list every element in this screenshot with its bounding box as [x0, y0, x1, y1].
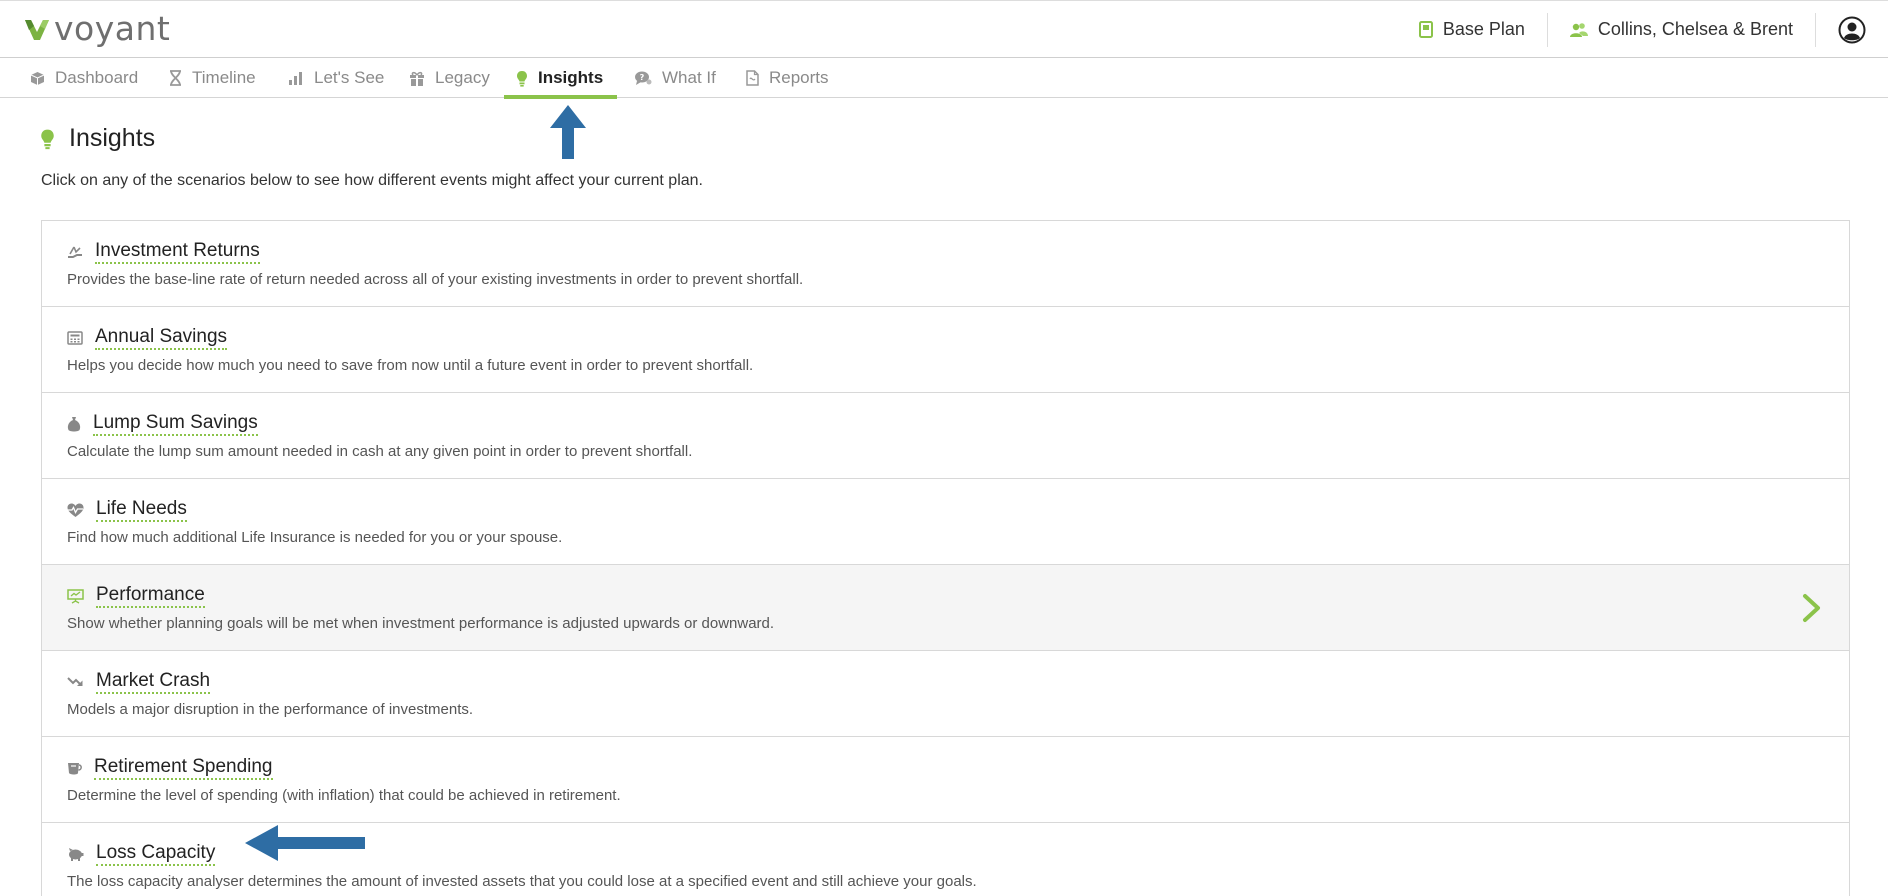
- scenario-description: Models a major disruption in the perform…: [67, 701, 474, 718]
- tab-label: Dashboard: [55, 68, 139, 87]
- tab-label: Legacy: [435, 68, 490, 87]
- scenario-retirement-spending[interactable]: Retirement Spending Determine the level …: [42, 737, 1849, 823]
- scenario-title[interactable]: Lump Sum Savings: [93, 412, 258, 436]
- tab-legacy[interactable]: Legacy: [397, 58, 502, 98]
- tab-label: Reports: [769, 68, 829, 87]
- tab-label: Timeline: [192, 68, 256, 87]
- user-account-button[interactable]: [1816, 1, 1888, 58]
- page-intro: Click on any of the scenarios below to s…: [41, 172, 703, 189]
- client-name: Collins, Chelsea & Brent: [1597, 19, 1793, 39]
- question-bubble-icon: ?: [635, 71, 652, 85]
- scenario-description: Show whether planning goals will be met …: [67, 615, 775, 632]
- tab-insights[interactable]: Insights: [504, 58, 617, 99]
- tab-label: Insights: [538, 68, 604, 87]
- lightbulb-icon: [41, 129, 54, 149]
- presentation-icon: [67, 588, 84, 604]
- piggy-bank-icon: [69, 848, 84, 861]
- scenario-title[interactable]: Performance: [96, 584, 205, 608]
- hourglass-icon: [170, 70, 181, 86]
- scenario-title[interactable]: Life Needs: [96, 498, 187, 522]
- voyant-logo[interactable]: voyant: [24, 12, 170, 46]
- scenario-description: Determine the level of spending (with in…: [67, 787, 621, 804]
- scenario-life-needs[interactable]: Life Needs Find how much additional Life…: [42, 479, 1849, 565]
- plan-book-icon: [1418, 21, 1433, 38]
- scenario-performance[interactable]: Performance Show whether planning goals …: [42, 565, 1849, 651]
- scenario-description: Helps you decide how much you need to sa…: [67, 357, 754, 374]
- scenario-investment-returns[interactable]: Investment Returns Provides the base-lin…: [42, 221, 1849, 307]
- tab-lets-see[interactable]: Let's See: [276, 58, 396, 98]
- scenario-lump-sum-savings[interactable]: Lump Sum Savings Calculate the lump sum …: [42, 393, 1849, 479]
- money-bag-icon: [67, 417, 81, 432]
- gift-icon: [410, 71, 424, 86]
- tab-reports[interactable]: Reports: [734, 58, 841, 98]
- users-icon: [1569, 22, 1588, 37]
- cube-icon: [30, 71, 45, 85]
- page-title: Insights: [40, 124, 155, 153]
- scenario-description: Provides the base-line rate of return ne…: [67, 271, 804, 288]
- tab-label: Let's See: [314, 68, 385, 87]
- scenario-list: Investment Returns Provides the base-lin…: [41, 220, 1850, 896]
- annotation-arrow-up-icon: [550, 105, 586, 159]
- main-nav: Dashboard Timeline Let's See Legacy Insi…: [0, 58, 1888, 99]
- scenario-description: The loss capacity analyser determines th…: [67, 873, 977, 890]
- base-plan-button[interactable]: Base Plan: [1397, 13, 1547, 47]
- chevron-right-icon[interactable]: [1801, 593, 1823, 623]
- scenario-annual-savings[interactable]: Annual Savings Helps you decide how much…: [42, 307, 1849, 393]
- scenario-title[interactable]: Retirement Spending: [94, 756, 273, 780]
- tab-timeline[interactable]: Timeline: [157, 58, 268, 98]
- scenario-title[interactable]: Investment Returns: [95, 240, 260, 264]
- client-selector[interactable]: Collins, Chelsea & Brent: [1548, 13, 1815, 47]
- annotation-arrow-left-icon: [245, 825, 365, 861]
- scenario-title[interactable]: Loss Capacity: [96, 842, 216, 866]
- logo-text: voyant: [54, 9, 171, 48]
- logo-mark-icon: [25, 20, 49, 40]
- page-heading: Insights: [69, 124, 156, 152]
- scenario-title[interactable]: Annual Savings: [95, 326, 228, 350]
- tab-what-if[interactable]: ? What If: [622, 58, 728, 98]
- trend-down-icon: [67, 677, 83, 686]
- header-actions: Base Plan Collins, Chelsea & Brent: [1397, 1, 1888, 58]
- svg-text:?: ?: [640, 73, 645, 82]
- scenario-market-crash[interactable]: Market Crash Models a major disruption i…: [42, 651, 1849, 737]
- calculator-icon: [67, 331, 83, 345]
- scenario-title[interactable]: Market Crash: [96, 670, 211, 694]
- base-plan-label: Base Plan: [1442, 19, 1525, 39]
- bar-chart-icon: [289, 72, 302, 85]
- scenario-description: Calculate the lump sum amount needed in …: [67, 443, 693, 460]
- tab-dashboard[interactable]: Dashboard: [18, 58, 150, 98]
- hand-growth-icon: [68, 246, 82, 258]
- document-icon: [746, 70, 759, 86]
- lightbulb-icon: [517, 70, 527, 87]
- top-header: voyant Base Plan Collins, Chelsea & Bren…: [0, 0, 1888, 58]
- scenario-description: Find how much additional Life Insurance …: [67, 529, 563, 546]
- tab-label: What If: [662, 68, 716, 87]
- heartbeat-icon: [67, 503, 84, 517]
- user-avatar-icon: [1838, 16, 1866, 43]
- cup-icon: [68, 762, 82, 774]
